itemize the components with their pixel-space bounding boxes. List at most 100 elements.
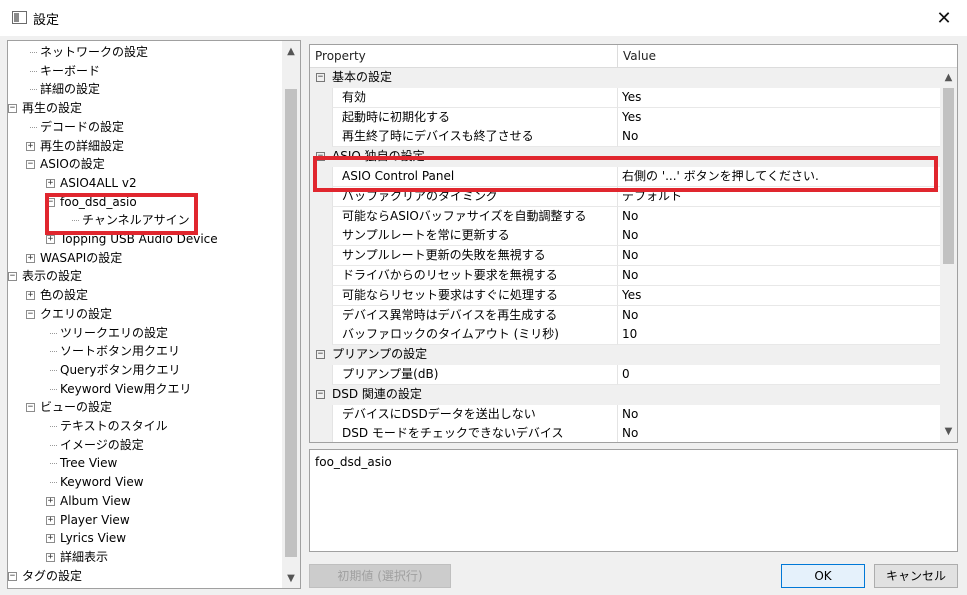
- property-value[interactable]: No: [617, 424, 941, 442]
- collapse-icon[interactable]: −: [26, 160, 35, 170]
- property-name: デバイスにDSDデータを送出しない: [332, 404, 617, 425]
- collapse-icon[interactable]: −: [8, 571, 17, 581]
- cancel-button[interactable]: キャンセル: [874, 564, 958, 588]
- property-value[interactable]: No: [617, 305, 941, 326]
- grid-property-row[interactable]: プリアンプ量(dB) 0: [310, 365, 941, 385]
- value-column-header[interactable]: Value: [618, 45, 656, 68]
- grid-property-row[interactable]: デバイス異常時はデバイスを再生成する No: [310, 305, 941, 326]
- tree-item[interactable]: + 色の設定: [8, 286, 278, 305]
- expand-icon[interactable]: +: [46, 515, 55, 525]
- tree-item[interactable]: Keyword View用クエリ: [8, 380, 278, 399]
- grid-category-row[interactable]: − プリアンプの設定: [310, 345, 941, 366]
- property-value[interactable]: No: [617, 404, 941, 425]
- collapse-icon[interactable]: −: [8, 272, 17, 282]
- grid-scroll-thumb[interactable]: [943, 88, 954, 264]
- grid-property-row[interactable]: 有効 Yes: [310, 87, 941, 108]
- expand-icon[interactable]: +: [46, 235, 55, 244]
- grid-category-row[interactable]: − DSD 関連の設定: [310, 384, 941, 405]
- grid-property-row[interactable]: 可能ならASIOバッファサイズを自動調整する No: [310, 206, 941, 227]
- scroll-up-icon[interactable]: ▲: [282, 43, 300, 61]
- tree-item[interactable]: イメージの設定: [8, 436, 278, 455]
- property-value[interactable]: Yes: [617, 285, 941, 306]
- grid-scroll-up-icon[interactable]: ▲: [940, 69, 957, 87]
- property-grid[interactable]: Property Value − 基本の設定 有効 Yes 起動時に初期化する Yes 再生…: [309, 44, 958, 443]
- tree-item[interactable]: − 表示の設定: [8, 267, 278, 286]
- tree-item[interactable]: デコードの設定: [8, 118, 278, 137]
- collapse-icon[interactable]: −: [316, 73, 325, 82]
- tree-item[interactable]: − タグの設定: [8, 567, 278, 586]
- close-button[interactable]: ✕: [921, 0, 967, 36]
- tree-item[interactable]: − ASIOの設定: [8, 155, 278, 174]
- tree-item[interactable]: Queryボタン用クエリ: [8, 361, 278, 380]
- tree-scroll-thumb[interactable]: [285, 89, 297, 557]
- grid-category-row[interactable]: − 基本の設定: [310, 68, 941, 88]
- grid-property-row[interactable]: 再生終了時にデバイスも終了させる No: [310, 127, 941, 148]
- grid-property-row[interactable]: 起動時に初期化する Yes: [310, 107, 941, 128]
- collapse-icon[interactable]: −: [316, 350, 325, 360]
- row-gutter: [310, 127, 332, 148]
- grid-scrollbar[interactable]: ▲ ▼: [940, 68, 957, 442]
- property-value[interactable]: No: [617, 226, 941, 247]
- property-value[interactable]: Yes: [617, 107, 941, 128]
- tree-item[interactable]: + 詳細表示: [8, 548, 278, 567]
- tree-item[interactable]: 詳細の設定: [8, 80, 278, 99]
- expand-icon[interactable]: +: [46, 552, 55, 562]
- property-value[interactable]: No: [617, 246, 941, 267]
- property-value[interactable]: No: [617, 127, 941, 148]
- tree-connector: [50, 444, 57, 446]
- tree-item[interactable]: − 再生の設定: [8, 99, 278, 118]
- tree-item-label: Keyword View用クエリ: [60, 381, 192, 396]
- collapse-icon[interactable]: −: [316, 389, 325, 399]
- settings-tree[interactable]: ネットワークの設定 キーボード 詳細の設定 − 再生の設定 デコードの設定 + 再生の詳細設定…: [7, 40, 301, 589]
- collapse-icon[interactable]: −: [26, 309, 35, 319]
- tree-item[interactable]: − ビューの設定: [8, 398, 278, 417]
- tree-item[interactable]: + Player View: [8, 511, 278, 530]
- tree-item[interactable]: テキストのスタイル: [8, 417, 278, 436]
- tree-item-label: 再生の詳細設定: [40, 138, 125, 153]
- tree-item[interactable]: + Album View: [8, 492, 278, 511]
- expand-icon[interactable]: +: [46, 534, 55, 544]
- tree-item[interactable]: − クエリの設定: [8, 305, 278, 324]
- tree-item[interactable]: + ASIO4ALL v2: [8, 174, 278, 193]
- property-value[interactable]: No: [617, 206, 941, 227]
- grid-property-row[interactable]: バッファロックのタイムアウト (ミリ秒) 10: [310, 325, 941, 346]
- tree-item[interactable]: + Lyrics View: [8, 529, 278, 548]
- tree-item-label: ASIO4ALL v2: [60, 175, 137, 190]
- tree-scrollbar[interactable]: ▲ ▼: [282, 41, 300, 588]
- tree-item[interactable]: キーボード: [8, 62, 278, 81]
- grid-property-row[interactable]: デバイスにDSDデータを送出しない No: [310, 404, 941, 425]
- tree-item[interactable]: ソートボタン用クエリ: [8, 342, 278, 361]
- grid-property-row[interactable]: ドライバからのリセット要求を無視する No: [310, 266, 941, 286]
- expand-icon[interactable]: +: [26, 253, 35, 263]
- grid-property-row[interactable]: 可能ならリセット要求はすぐに処理する Yes: [310, 285, 941, 306]
- tree-item[interactable]: ツリークエリの設定: [8, 324, 278, 343]
- highlight-box-tree: [45, 193, 198, 235]
- collapse-icon[interactable]: −: [26, 403, 35, 413]
- property-column-header[interactable]: Property: [310, 45, 366, 68]
- collapse-icon[interactable]: −: [8, 104, 17, 114]
- reset-defaults-button[interactable]: 初期値 (選択行): [309, 564, 451, 588]
- tree-item[interactable]: + WASAPIの設定: [8, 249, 278, 268]
- tree-item[interactable]: Tree View: [8, 454, 278, 473]
- property-name: サンプルレートを常に更新する: [332, 226, 617, 247]
- expand-icon[interactable]: +: [26, 291, 35, 301]
- tree-item[interactable]: + 再生の詳細設定: [8, 137, 278, 156]
- tree-item[interactable]: ネットワークの設定: [8, 43, 278, 62]
- expand-icon[interactable]: +: [26, 141, 35, 151]
- property-value[interactable]: No: [617, 266, 941, 286]
- grid-property-row[interactable]: DSD モードをチェックできないデバイス No: [310, 424, 941, 442]
- grid-scroll-down-icon[interactable]: ▼: [940, 423, 957, 441]
- tree-item[interactable]: Keyword View: [8, 473, 278, 492]
- property-value[interactable]: 0: [617, 365, 941, 385]
- ok-button[interactable]: OK: [781, 564, 865, 588]
- grid-property-row[interactable]: サンプルレートを常に更新する No: [310, 226, 941, 247]
- grid-property-row[interactable]: サンプルレート更新の失敗を無視する No: [310, 246, 941, 267]
- property-value[interactable]: Yes: [617, 87, 941, 108]
- property-value[interactable]: 10: [617, 325, 941, 346]
- scroll-down-icon[interactable]: ▼: [282, 570, 300, 588]
- tree-connector: [50, 426, 57, 427]
- row-gutter: [310, 285, 332, 306]
- expand-icon[interactable]: +: [46, 496, 55, 506]
- row-gutter: [310, 325, 332, 346]
- expand-icon[interactable]: +: [46, 178, 55, 188]
